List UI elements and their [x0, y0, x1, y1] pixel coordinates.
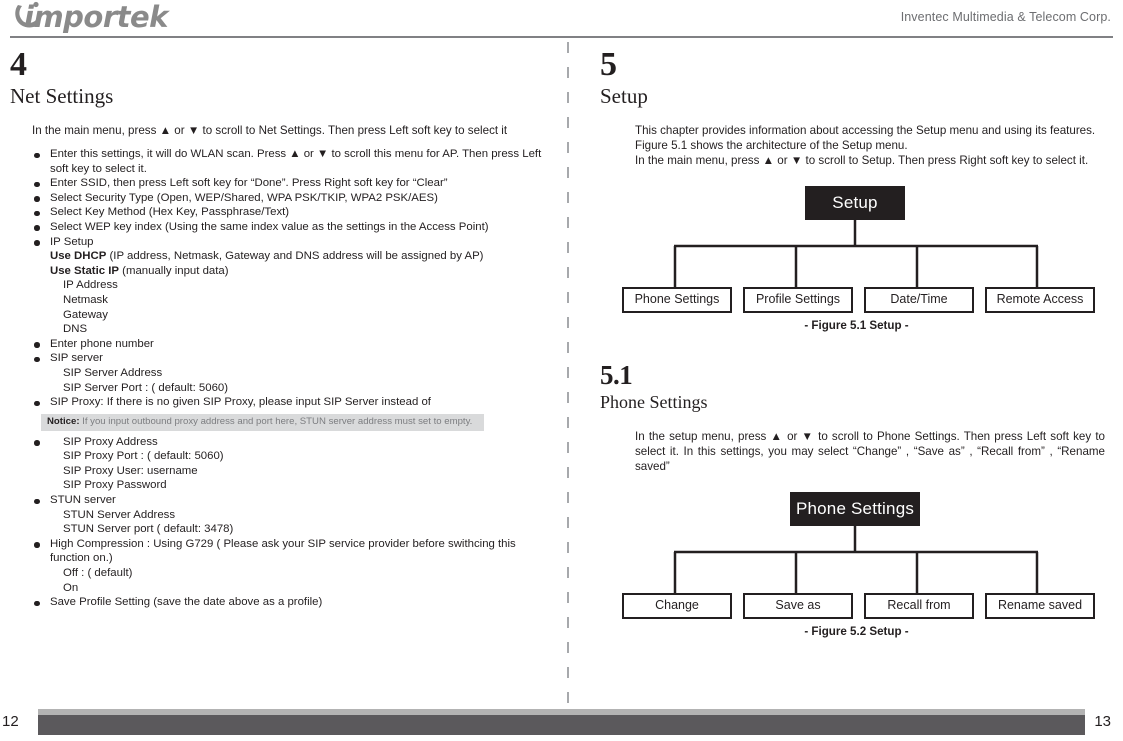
- bullet-text: Select Security Type (Open, WEP/Shared, …: [50, 191, 438, 204]
- sub-item-bold: Use Static IP: [50, 264, 120, 277]
- intro-line: Figure 5.1 shows the architecture of the…: [635, 139, 908, 152]
- sub-item: DNS: [63, 323, 88, 336]
- intro-line: This chapter provides information about …: [635, 124, 1096, 137]
- list-item: SIP server SIP Server Address SIP Server…: [32, 351, 550, 395]
- page-number-right: 13: [1094, 713, 1111, 730]
- sub-item: Netmask: [63, 293, 108, 306]
- logo-wordmark: importek: [24, 1, 170, 33]
- figure-caption: - Figure 5.1 Setup -: [804, 319, 909, 332]
- sub-item: STUN Server port ( default: 3478): [63, 523, 234, 536]
- tree-leaf-rename-saved: Rename saved: [985, 593, 1095, 619]
- tree-leaf-save-as: Save as: [743, 593, 853, 619]
- sub-item: SIP Proxy Address: [63, 435, 158, 448]
- chapter-title: Net Settings: [10, 84, 114, 108]
- logo-graphic: importek: [15, 1, 171, 33]
- tree-leaf-phone-settings: Phone Settings: [622, 287, 732, 313]
- right-page-content: 5 Setup This chapter provides informatio…: [600, 48, 1113, 647]
- notice-text: If you input outbound proxy address and …: [79, 415, 473, 427]
- sub-item-bold: Use DHCP: [50, 250, 107, 263]
- chapter-title: Setup: [600, 84, 648, 108]
- chapter-number: 5: [600, 46, 617, 83]
- page-header: importek Inventec Multimedia & Telecom C…: [0, 0, 1123, 40]
- page-number-left: 12: [2, 713, 19, 730]
- sub-item-rest: (IP address, Netmask, Gateway and DNS ad…: [106, 250, 484, 263]
- figure-5-2-phone-settings-tree: Phone Settings Change Save as Recall fro…: [600, 492, 1113, 647]
- sub-item: SIP Server Address: [63, 366, 163, 379]
- tree-leaf-profile-settings: Profile Settings: [743, 287, 853, 313]
- sub-item: SIP Proxy Password: [63, 479, 167, 492]
- bullet-text: Enter phone number: [50, 337, 154, 350]
- bullet-text: Select WEP key index (Using the same ind…: [50, 220, 489, 233]
- notice-label: Notice:: [47, 415, 80, 427]
- sip-proxy-detail-list: SIP Proxy Address SIP Proxy Port : ( def…: [10, 435, 550, 493]
- list-item: Enter SSID, then press Left soft key for…: [32, 176, 550, 191]
- bullet-text: SIP server: [50, 352, 103, 365]
- sub-item: IP Address: [63, 279, 118, 292]
- bullet-text: STUN server: [50, 494, 116, 507]
- manual-page-spread: importek Inventec Multimedia & Telecom C…: [0, 0, 1123, 741]
- sub-item-rest: (manually input data): [119, 264, 229, 277]
- list-item: Select Key Method (Hex Key, Passphrase/T…: [32, 205, 550, 220]
- list-item: SIP Proxy: If there is no given SIP Prox…: [32, 395, 550, 410]
- bullet-text: IP Setup: [50, 235, 94, 248]
- tree-leaf-date-time: Date/Time: [864, 287, 974, 313]
- figure-5-1-setup-tree: Setup Phone Settings Profile Settings Da…: [600, 186, 1113, 341]
- left-page-content: 4 Net Settings In the main menu, press ▲…: [10, 48, 550, 610]
- importek-logo: importek: [12, 1, 192, 33]
- sub-item: Use DHCP (IP address, Netmask, Gateway a…: [50, 249, 550, 264]
- net-settings-bullet-list: Enter this settings, it will do WLAN sca…: [10, 147, 550, 410]
- list-item: Save Profile Setting (save the date abov…: [32, 595, 550, 610]
- section-number: 5.1: [600, 360, 633, 390]
- bullet-text: Enter this settings, it will do WLAN sca…: [50, 148, 542, 175]
- tree-leaf-change: Change: [622, 593, 732, 619]
- intro-line: In the main menu, press ▲ or ▼ to scroll…: [635, 154, 1089, 167]
- chapter-intro-paragraph: This chapter provides information about …: [635, 123, 1105, 168]
- sub-item: SIP Server Port : ( default: 5060): [63, 381, 229, 394]
- figure-caption: - Figure 5.2 Setup -: [804, 625, 909, 638]
- sub-item: Off : ( default): [63, 567, 133, 580]
- list-item: Select Security Type (Open, WEP/Shared, …: [32, 191, 550, 206]
- sub-item: Use Static IP (manually input data): [50, 264, 550, 279]
- sub-item: On: [63, 581, 79, 594]
- tree-leaf-recall-from: Recall from: [864, 593, 974, 619]
- page-fold-dashed-divider: [567, 42, 569, 732]
- sub-item: Gateway: [63, 308, 108, 321]
- list-item: SIP Proxy Address SIP Proxy Port : ( def…: [32, 435, 550, 493]
- list-item: Select WEP key index (Using the same ind…: [32, 220, 550, 235]
- header-divider-rule: [10, 36, 1113, 38]
- net-settings-bullet-list-continued: STUN server STUN Server Address STUN Ser…: [10, 493, 550, 610]
- company-name: Inventec Multimedia & Telecom Corp.: [900, 10, 1111, 24]
- bullet-text: SIP Proxy: If there is no given SIP Prox…: [50, 396, 431, 409]
- section-intro-paragraph: In the setup menu, press ▲ or ▼ to scrol…: [635, 430, 1105, 473]
- bullet-text: Save Profile Setting (save the date abov…: [50, 596, 323, 609]
- list-item: Enter phone number: [32, 337, 550, 352]
- section-title: Phone Settings: [600, 392, 708, 412]
- footer-bar: [38, 715, 1085, 735]
- list-item: STUN server STUN Server Address STUN Ser…: [32, 493, 550, 537]
- chapter-number: 4: [10, 46, 27, 83]
- list-item: Enter this settings, it will do WLAN sca…: [32, 147, 550, 176]
- sub-item: STUN Server Address: [63, 508, 176, 521]
- chapter-intro-paragraph: In the main menu, press ▲ or ▼ to scroll…: [32, 124, 508, 137]
- notice-box: Notice: If you input outbound proxy addr…: [41, 413, 484, 431]
- list-item: IP Setup Use DHCP (IP address, Netmask, …: [32, 235, 550, 337]
- sub-item: SIP Proxy Port : ( default: 5060): [63, 450, 224, 463]
- tree-leaf-remote-access: Remote Access: [985, 287, 1095, 313]
- list-item: High Compression : Using G729 ( Please a…: [32, 537, 550, 595]
- bullet-text: Enter SSID, then press Left soft key for…: [50, 177, 448, 190]
- bullet-text: Select Key Method (Hex Key, Passphrase/T…: [50, 206, 290, 219]
- bullet-text: High Compression : Using G729 ( Please a…: [50, 537, 516, 565]
- sub-item: SIP Proxy User: username: [63, 464, 198, 477]
